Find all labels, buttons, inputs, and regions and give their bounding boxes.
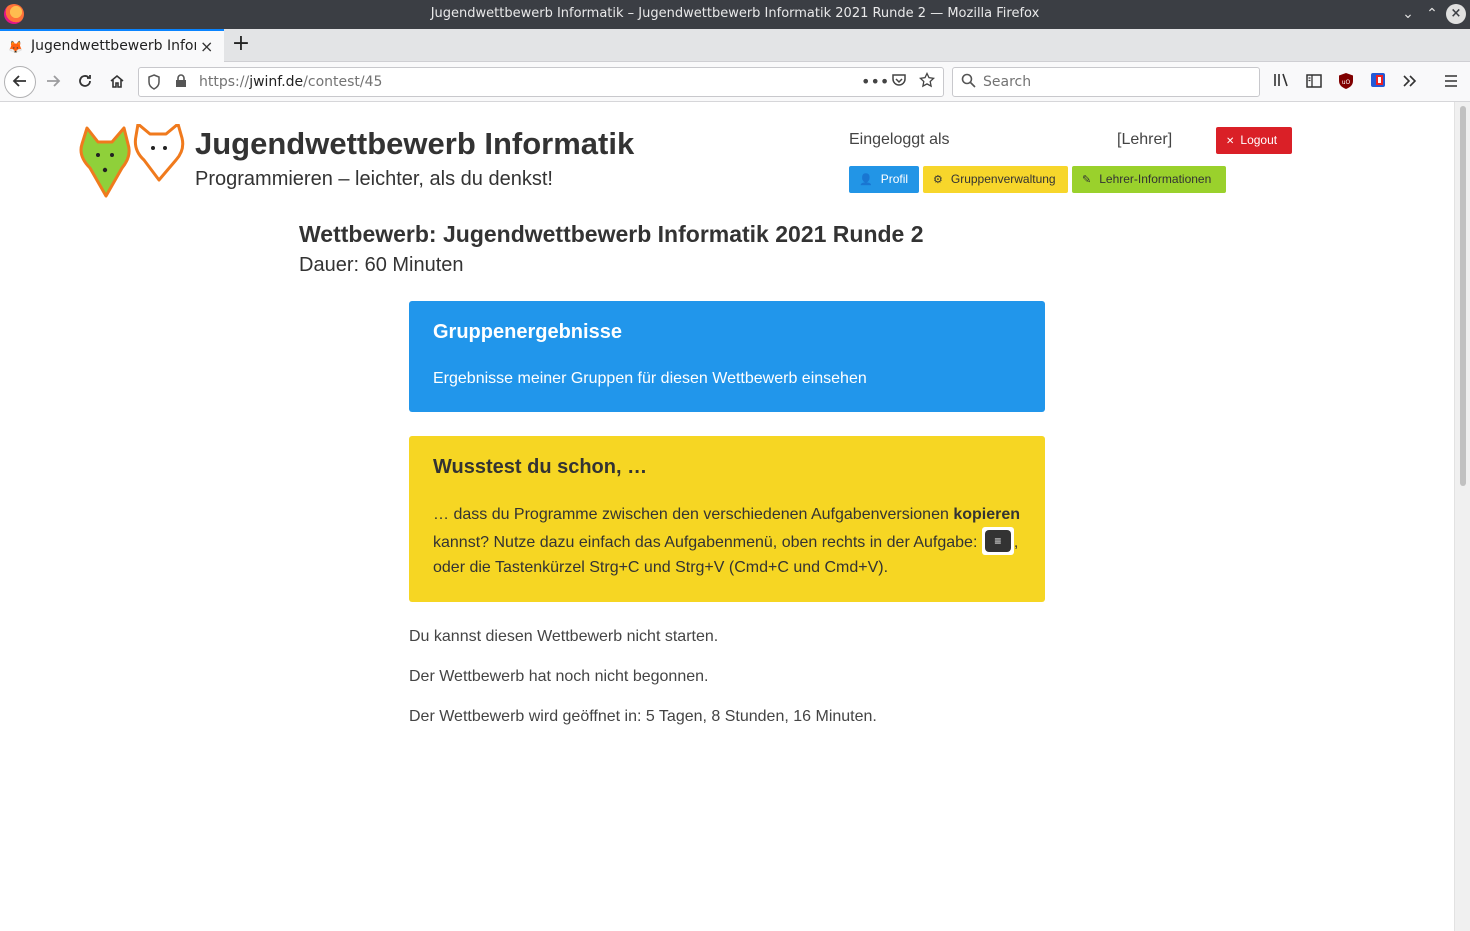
sidebar-icon[interactable] [1303,72,1325,94]
cannot-start-message: Du kannst diesen Wettbewerb nicht starte… [409,628,719,645]
contest-title: Wettbewerb: Jugendwettbewerb Informatik … [299,221,924,247]
gear-icon: ⚙ [933,174,943,186]
profil-label: Profil [880,172,909,186]
teacher-icon: ✎ [1082,174,1092,186]
forward-arrow-icon [47,75,61,87]
reload-icon [79,75,91,87]
lehrer-informationen-label: Lehrer-Informationen [1099,172,1212,186]
new-tab-button[interactable]: + [230,31,252,56]
gruppenverwaltung-label: Gruppenverwaltung [950,172,1056,186]
did-you-know-card: Wusstest du schon, … … dass du Programme… [409,436,1045,602]
task-menu-icon: ≡ [981,527,1014,555]
site-subtitle: Programmieren – leichter, als du denkst! [195,168,553,190]
not-started-message: Der Wettbewerb hat noch nicht begonnen. [409,668,709,685]
tip-text-bold: kopieren [953,506,1020,523]
url-scheme: https:// [199,74,250,90]
close-window-button[interactable]: × [1446,4,1466,24]
url-host: jwinf.de [249,74,304,90]
forward-button[interactable] [38,67,68,97]
jwinf-foxes-logo[interactable] [78,124,188,199]
gruppenverwaltung-button[interactable]: ⚙ Gruppenverwaltung [923,166,1068,193]
opens-in-message: Der Wettbewerb wird geöffnet in: 5 Tagen… [409,708,877,725]
extension-blue-red-icon[interactable] [1367,72,1389,94]
search-bar[interactable]: Search [952,67,1260,97]
search-placeholder: Search [983,74,1032,90]
logout-button[interactable]: ✕ Logout [1216,127,1292,154]
ublock-origin-icon[interactable]: uO [1335,72,1357,94]
url-path: /contest/45 [303,74,383,90]
page-actions-icon[interactable]: ••• [861,72,889,91]
tip-text-1: … dass du Programme zwischen den verschi… [433,506,954,523]
group-results-heading: Gruppenergebnisse [433,321,622,343]
home-button[interactable] [102,67,132,97]
tip-text-2: kannst? Nutze dazu einfach das Aufgabenm… [433,534,982,551]
group-results-link[interactable]: Ergebnisse meiner Gruppen für diesen Wet… [433,370,867,388]
svg-text:uO: uO [1342,79,1351,86]
role-label: [Lehrer] [1117,131,1173,148]
page-scrollbar[interactable] [1454,102,1470,931]
navigation-toolbar: https://jwinf.de/contest/45 ••• Search u… [0,62,1470,102]
user-icon: 👤 [859,174,873,186]
did-you-know-heading: Wusstest du schon, … [433,456,648,478]
reload-button[interactable] [70,67,100,97]
bookmark-star-icon[interactable] [918,71,936,92]
tab-active[interactable]: 🦊 Jugendwettbewerb Informatik × [0,29,224,62]
tab-strip: 🦊 Jugendwettbewerb Informatik × + [0,29,1470,62]
contest-duration: Dauer: 60 Minuten [299,254,464,276]
page-content: Jugendwettbewerb Informatik Programmiere… [0,102,1454,931]
profil-button[interactable]: 👤 Profil [849,166,919,193]
did-you-know-text: … dass du Programme zwischen den verschi… [433,502,1033,580]
logout-label: Logout [1240,133,1278,147]
group-results-card[interactable]: Gruppenergebnisse Ergebnisse meiner Grup… [409,301,1045,412]
search-icon [961,73,976,92]
back-arrow-icon [12,75,26,87]
logged-in-label: Eingeloggt als [849,131,950,148]
maximize-button[interactable]: ⌃ [1422,4,1442,24]
home-icon [110,74,124,88]
window-title: Jugendwettbewerb Informatik – Jugendwett… [430,6,1040,21]
overflow-chevron-icon[interactable] [1399,72,1421,94]
back-button[interactable] [4,66,36,98]
tab-title: Jugendwettbewerb Informatik [31,38,196,54]
scrollbar-thumb[interactable] [1460,106,1466,486]
tracking-protection-shield-icon[interactable] [147,74,161,94]
site-title[interactable]: Jugendwettbewerb Informatik [195,126,634,162]
minimize-button[interactable]: ⌄ [1398,4,1418,24]
url-bar[interactable]: https://jwinf.de/contest/45 ••• [138,67,944,97]
close-x-icon: ✕ [1226,136,1235,147]
hamburger-menu-icon[interactable] [1440,72,1462,94]
window-titlebar: Jugendwettbewerb Informatik – Jugendwett… [0,0,1470,29]
lehrer-informationen-button[interactable]: ✎ Lehrer-Informationen [1072,166,1226,193]
menu-glyph: ≡ [984,530,1011,552]
pocket-icon[interactable] [891,72,907,92]
fox-favicon-icon: 🦊 [8,40,23,54]
tab-close-button[interactable]: × [200,37,213,56]
library-icon[interactable] [1271,72,1293,94]
lock-icon[interactable] [175,74,187,92]
url-text[interactable]: https://jwinf.de/contest/45 [199,74,382,90]
